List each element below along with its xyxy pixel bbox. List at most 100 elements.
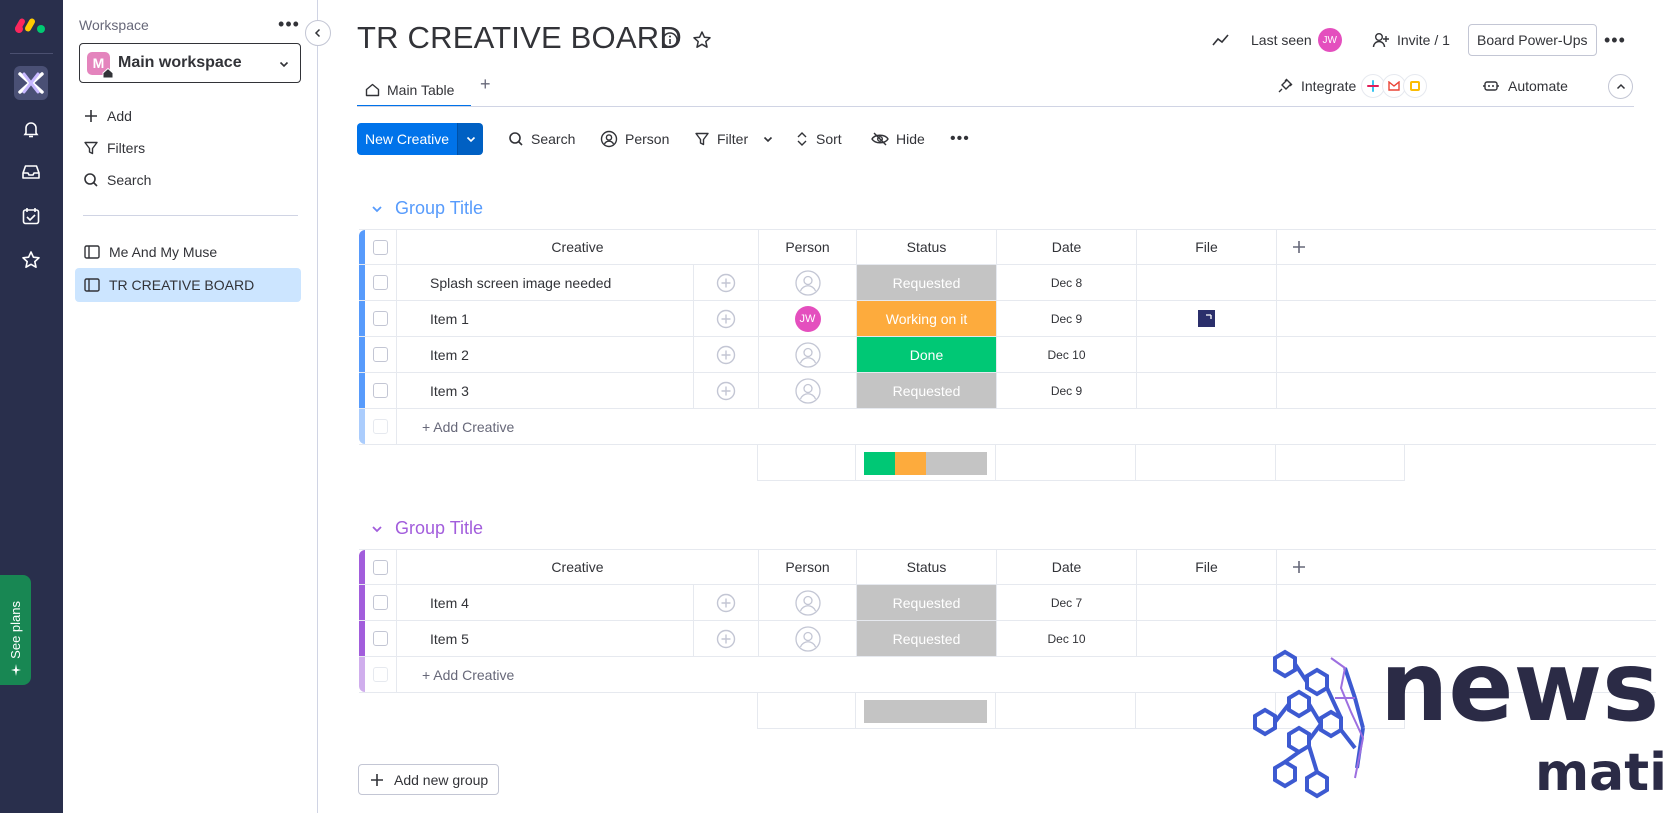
chevron-down-icon[interactable]	[370, 522, 384, 536]
workspace-options-icon[interactable]: •••	[276, 14, 302, 34]
add-view-button[interactable]: +	[480, 74, 491, 95]
add-update-button[interactable]	[694, 301, 759, 336]
group-title[interactable]: Group Title	[395, 198, 483, 219]
date-cell[interactable]: Dec 9	[997, 373, 1137, 408]
group-header[interactable]: Group Title	[370, 518, 483, 539]
integrate-button[interactable]: Integrate	[1276, 74, 1428, 98]
favorites-star-icon[interactable]	[14, 243, 48, 277]
group-header[interactable]: Group Title	[370, 198, 483, 219]
table-row[interactable]: Item 2 Done Dec 10	[359, 337, 1656, 373]
column-header-date[interactable]: Date	[997, 550, 1137, 584]
date-cell[interactable]: Dec 10	[997, 337, 1137, 372]
board-item-tr-creative-board[interactable]: TR CREATIVE BOARD	[75, 268, 301, 302]
item-name[interactable]: Item 4	[397, 585, 694, 620]
add-update-button[interactable]	[694, 337, 759, 372]
status-summary[interactable]	[856, 693, 996, 729]
column-header-file[interactable]: File	[1137, 230, 1277, 264]
item-name[interactable]: Item 1	[397, 301, 694, 336]
column-header-status[interactable]: Status	[857, 230, 997, 264]
person-cell[interactable]	[759, 265, 857, 300]
tab-main-table[interactable]: Main Table	[357, 74, 471, 107]
new-item-dropdown-button[interactable]	[457, 123, 484, 155]
hide-button[interactable]: Hide	[871, 123, 925, 155]
work-management-icon[interactable]	[14, 66, 48, 100]
add-creative-input[interactable]: + Add Creative	[397, 409, 1656, 444]
invite-button[interactable]: Invite / 1	[1372, 24, 1450, 56]
workspace-selector[interactable]: M Main workspace	[79, 43, 301, 83]
add-update-button[interactable]	[694, 373, 759, 408]
status-cell[interactable]: Working on it	[857, 301, 997, 336]
new-creative-button[interactable]: New Creative	[357, 123, 458, 155]
collapse-header-button[interactable]	[1608, 74, 1633, 99]
sort-button[interactable]: Sort	[795, 123, 842, 155]
see-plans-button[interactable]: See plans	[0, 575, 31, 685]
person-filter-button[interactable]: Person	[600, 123, 669, 155]
status-cell[interactable]: Requested	[857, 373, 997, 408]
my-work-calendar-icon[interactable]	[14, 199, 48, 233]
table-row[interactable]: Item 1 JW Working on it Dec 9	[359, 301, 1656, 337]
column-header-date[interactable]: Date	[997, 230, 1137, 264]
table-row[interactable]: Splash screen image needed Requested Dec…	[359, 265, 1656, 301]
person-cell[interactable]	[759, 373, 857, 408]
status-cell[interactable]: Requested	[857, 585, 997, 620]
file-cell[interactable]	[1137, 301, 1277, 336]
workspace-filters-button[interactable]: Filters	[83, 140, 145, 156]
last-seen-button[interactable]: Last seen JW	[1251, 24, 1342, 56]
file-cell[interactable]	[1137, 585, 1277, 620]
search-button[interactable]: Search	[508, 123, 575, 155]
add-update-button[interactable]	[694, 585, 759, 620]
date-cell[interactable]: Dec 9	[997, 301, 1137, 336]
table-row[interactable]: Item 3 Requested Dec 9	[359, 373, 1656, 409]
column-header-person[interactable]: Person	[759, 550, 857, 584]
person-cell[interactable]	[759, 621, 857, 656]
date-cell[interactable]: Dec 8	[997, 265, 1137, 300]
add-update-button[interactable]	[694, 265, 759, 300]
workspace-search-button[interactable]: Search	[83, 172, 151, 188]
row-checkbox[interactable]	[365, 265, 397, 300]
row-checkbox[interactable]	[365, 301, 397, 336]
select-all-checkbox[interactable]	[365, 230, 397, 264]
workspace-add-button[interactable]: Add	[83, 108, 132, 124]
monday-logo-icon[interactable]	[13, 14, 47, 36]
status-cell[interactable]: Requested	[857, 265, 997, 300]
date-cell[interactable]: Dec 10	[997, 621, 1137, 656]
group-title[interactable]: Group Title	[395, 518, 483, 539]
board-power-ups-button[interactable]: Board Power-Ups	[1468, 24, 1597, 56]
automate-button[interactable]: Automate	[1482, 74, 1568, 98]
row-checkbox[interactable]	[365, 337, 397, 372]
column-header-creative[interactable]: Creative	[397, 550, 759, 584]
chevron-down-icon[interactable]	[762, 133, 774, 145]
item-name[interactable]: Item 3	[397, 373, 694, 408]
file-cell[interactable]	[1137, 373, 1277, 408]
status-cell[interactable]: Requested	[857, 621, 997, 656]
item-name[interactable]: Splash screen image needed	[397, 265, 694, 300]
toolbar-more-icon[interactable]: •••	[950, 123, 970, 155]
status-summary[interactable]	[856, 445, 996, 481]
add-item-row[interactable]: + Add Creative	[359, 409, 1656, 445]
activity-trend-icon[interactable]	[1212, 32, 1230, 48]
add-new-group-button[interactable]: Add new group	[358, 764, 500, 795]
file-thumbnail-icon[interactable]	[1198, 310, 1215, 327]
row-checkbox[interactable]	[365, 373, 397, 408]
board-title[interactable]: TR CREATIVE BOARD	[357, 20, 682, 56]
date-cell[interactable]: Dec 7	[997, 585, 1137, 620]
row-checkbox[interactable]	[365, 585, 397, 620]
board-more-options-icon[interactable]: •••	[1604, 30, 1626, 51]
collapse-sidebar-button[interactable]	[305, 20, 331, 46]
column-header-person[interactable]: Person	[759, 230, 857, 264]
person-cell[interactable]	[759, 337, 857, 372]
column-header-status[interactable]: Status	[857, 550, 997, 584]
row-checkbox[interactable]	[365, 621, 397, 656]
item-name[interactable]: Item 2	[397, 337, 694, 372]
item-name[interactable]: Item 5	[397, 621, 694, 656]
table-row[interactable]: Item 4 Requested Dec 7	[359, 585, 1656, 621]
inbox-icon[interactable]	[14, 155, 48, 189]
new-item-button[interactable]: New Creative	[357, 123, 484, 155]
info-icon[interactable]	[661, 31, 679, 49]
board-item-me-and-my-muse[interactable]: Me And My Muse	[75, 235, 301, 269]
add-column-button[interactable]	[1277, 230, 1656, 264]
person-cell[interactable]	[759, 585, 857, 620]
column-header-file[interactable]: File	[1137, 550, 1277, 584]
filter-button[interactable]: Filter	[694, 123, 781, 155]
person-cell[interactable]: JW	[759, 301, 857, 336]
